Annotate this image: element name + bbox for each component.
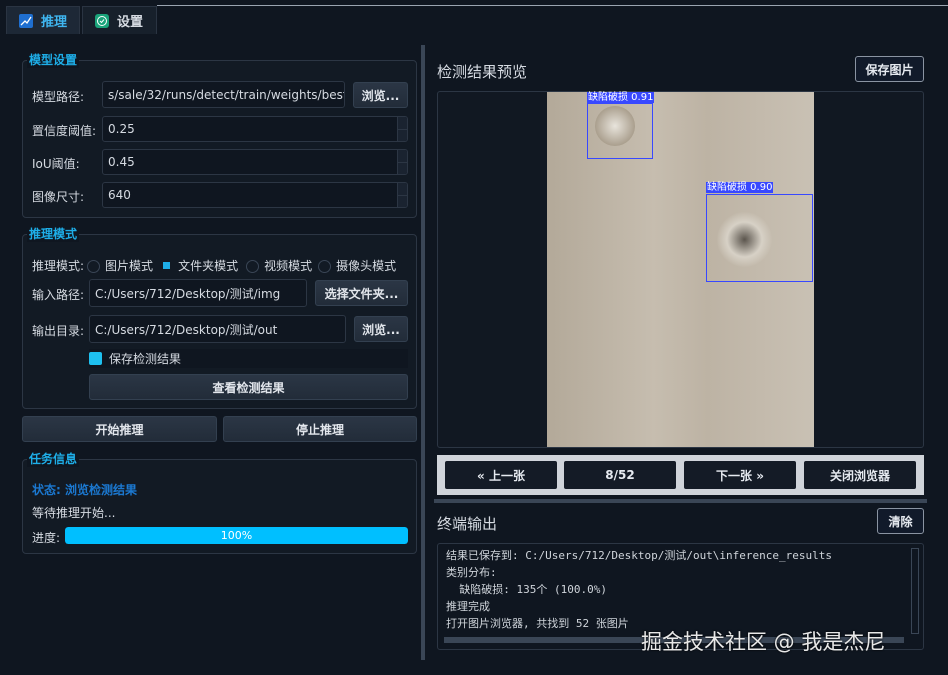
chart-icon	[19, 14, 33, 28]
close-browser-button[interactable]: 关闭浏览器	[804, 461, 916, 489]
output-dir-label: 输出目录:	[32, 322, 84, 339]
task-message: 等待推理开始...	[32, 504, 115, 521]
clear-button[interactable]: 清除	[877, 508, 924, 534]
detection-label: 缺陷破损 0.90	[706, 182, 773, 193]
save-results-label: 保存检测结果	[109, 350, 181, 367]
tab-inference[interactable]: 推理	[6, 6, 80, 34]
radio-folder[interactable]: 文件夹模式	[161, 257, 238, 274]
terminal-line: 缺陷破损: 135个 (100.0%)	[446, 581, 915, 598]
check-icon	[95, 14, 109, 28]
watermark: 掘金技术社区 @ 我是杰尼	[641, 626, 885, 656]
input-path-label: 输入路径:	[32, 286, 84, 303]
next-image-button[interactable]: 下一张 »	[684, 461, 796, 489]
image-counter: 8/52	[564, 461, 676, 489]
horizontal-splitter[interactable]	[434, 499, 927, 503]
spin-arrows[interactable]	[397, 183, 407, 207]
terminal-title: 终端输出	[437, 513, 497, 534]
mode-group-title: 推理模式	[27, 225, 79, 242]
detection-box	[587, 103, 653, 159]
preview-title: 检测结果预览	[437, 61, 527, 82]
conf-spinbox[interactable]: 0.25	[102, 116, 408, 142]
radio-image[interactable]: 图片模式	[87, 257, 153, 274]
radio-video[interactable]: 视频模式	[246, 257, 312, 274]
save-results-checkbox[interactable]: 保存检测结果	[89, 349, 408, 368]
iou-value: 0.45	[108, 155, 135, 169]
task-info-title: 任务信息	[27, 450, 79, 467]
start-inference-button[interactable]: 开始推理	[22, 416, 217, 442]
view-results-button[interactable]: 查看检测结果	[89, 374, 408, 400]
status-text: 状态: 浏览检测结果	[32, 481, 137, 498]
tab-bar-line	[157, 5, 948, 6]
prev-image-button[interactable]: « 上一张	[445, 461, 557, 489]
spin-arrows[interactable]	[397, 150, 407, 174]
progress-text: 100%	[65, 527, 408, 544]
radio-camera[interactable]: 摄像头模式	[318, 257, 396, 274]
spin-arrows[interactable]	[397, 117, 407, 141]
stop-inference-button[interactable]: 停止推理	[223, 416, 417, 442]
progress-bar: 100%	[65, 527, 408, 544]
output-browse-button[interactable]: 浏览...	[354, 316, 408, 342]
model-path-label: 模型路径:	[32, 88, 84, 105]
iou-spinbox[interactable]: 0.45	[102, 149, 408, 175]
vertical-splitter[interactable]	[421, 45, 425, 660]
size-spinbox[interactable]: 640	[102, 182, 408, 208]
tab-settings[interactable]: 设置	[82, 6, 157, 34]
save-image-button[interactable]: 保存图片	[855, 56, 924, 82]
model-path-input[interactable]: s/sale/32/runs/detect/train/weights/best…	[102, 81, 345, 108]
output-dir-input[interactable]: C:/Users/712/Desktop/测试/out	[89, 315, 346, 343]
progress-label: 进度:	[32, 529, 60, 546]
mode-label: 推理模式:	[32, 257, 84, 274]
size-label: 图像尺寸:	[32, 188, 84, 205]
mode-row: 推理模式: 图片模式 文件夹模式 视频模式 摄像头模式	[32, 257, 396, 274]
conf-value: 0.25	[108, 122, 135, 136]
select-folder-button[interactable]: 选择文件夹...	[315, 280, 408, 306]
iou-label: IoU阈值:	[32, 155, 80, 172]
terminal-line: 推理完成	[446, 598, 915, 615]
input-path-input[interactable]: C:/Users/712/Desktop/测试/img	[89, 279, 307, 307]
terminal-line: 类别分布:	[446, 564, 915, 581]
model-browse-button[interactable]: 浏览...	[353, 82, 408, 108]
checkbox-checked-icon	[89, 352, 102, 365]
terminal-line: 结果已保存到: C:/Users/712/Desktop/测试/out\infe…	[446, 547, 915, 564]
model-settings-title: 模型设置	[27, 51, 79, 68]
detection-label: 缺陷破损 0.91	[587, 92, 654, 103]
conf-label: 置信度阈值:	[32, 122, 96, 139]
detection-box	[706, 194, 813, 282]
vertical-scrollbar[interactable]	[911, 548, 919, 634]
size-value: 640	[108, 188, 131, 202]
